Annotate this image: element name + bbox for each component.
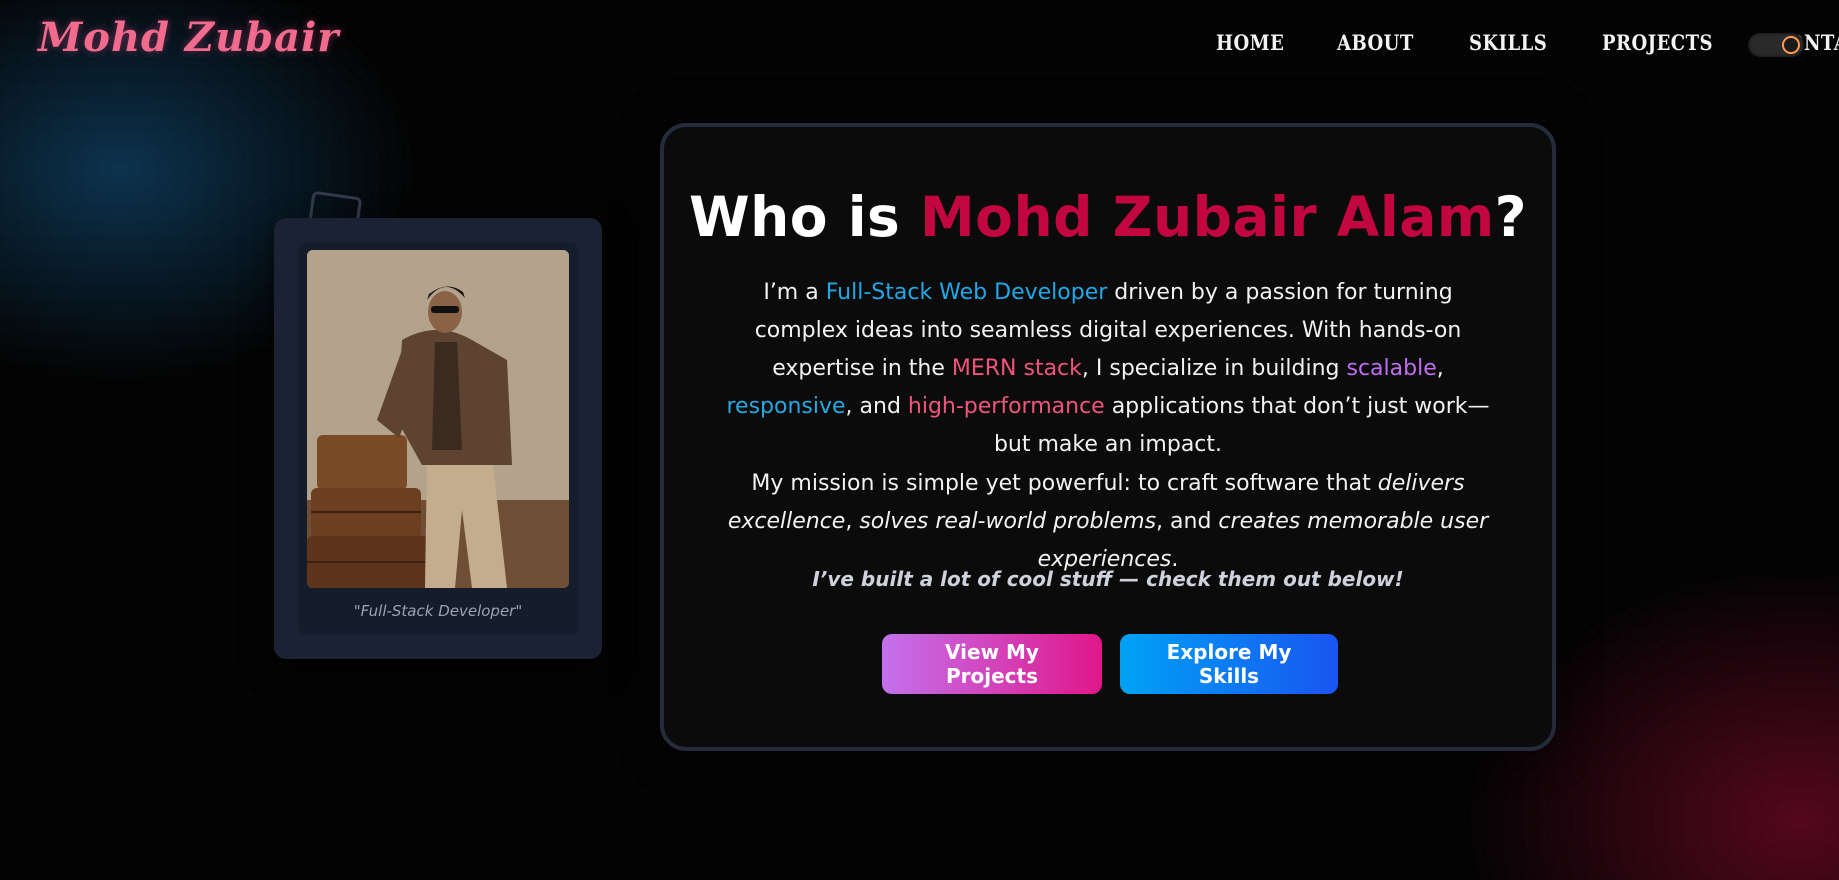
p1-text: I’m a — [763, 280, 826, 305]
title-suffix: ? — [1494, 185, 1528, 249]
main-nav: HOME ABOUT SKILLS PROJECTS CONTACT — [1216, 30, 1839, 55]
p2-text: , — [845, 509, 860, 534]
intro-title: Who is Mohd Zubair Alam? — [664, 185, 1552, 249]
highlight-scalable: scalable — [1346, 356, 1437, 381]
highlight-mern: MERN stack — [951, 356, 1082, 381]
intro-tagline: I’ve built a lot of cool stuff — check t… — [812, 567, 1404, 591]
profile-photo — [307, 250, 569, 588]
explore-skills-button[interactable]: Explore My Skills — [1120, 634, 1338, 694]
p1-text: , and — [845, 394, 908, 419]
profile-card: "Full-Stack Developer" — [274, 218, 602, 659]
profile-photo-illustration — [307, 250, 569, 588]
intro-card: Who is Mohd Zubair Alam? I’m a Full-Stac… — [660, 123, 1556, 751]
p1-text: , — [1436, 356, 1444, 381]
theme-toggle[interactable] — [1748, 33, 1804, 57]
nav-projects[interactable]: PROJECTS — [1602, 30, 1713, 55]
p2-text: My mission is simple yet powerful: to cr… — [751, 471, 1378, 496]
title-name: Mohd Zubair Alam — [919, 185, 1495, 249]
p1-text: , I specialize in building — [1081, 356, 1347, 381]
nav-skills[interactable]: SKILLS — [1469, 30, 1547, 55]
site-logo[interactable]: Mohd Zubair — [38, 14, 339, 61]
profile-caption: "Full-Stack Developer" — [353, 602, 523, 620]
mission-paragraph: My mission is simple yet powerful: to cr… — [714, 465, 1502, 579]
title-prefix: Who is — [688, 185, 920, 249]
highlight-high-performance: high-performance — [907, 394, 1105, 419]
profile-frame: "Full-Stack Developer" — [298, 242, 578, 635]
p2-text: , and — [1156, 509, 1219, 534]
highlight-full-stack: Full-Stack Web Developer — [825, 280, 1108, 305]
highlight-responsive: responsive — [726, 394, 846, 419]
intro-paragraph: I’m a Full-Stack Web Developer driven by… — [714, 274, 1502, 464]
sun-icon — [1782, 36, 1800, 54]
mission-problems: solves real-world problems — [859, 509, 1157, 534]
nav-about[interactable]: ABOUT — [1337, 30, 1414, 55]
view-projects-button[interactable]: View My Projects — [882, 634, 1102, 694]
page: Mohd Zubair HOME ABOUT SKILLS PROJECTS C… — [0, 0, 1839, 880]
nav-home[interactable]: HOME — [1216, 30, 1284, 55]
